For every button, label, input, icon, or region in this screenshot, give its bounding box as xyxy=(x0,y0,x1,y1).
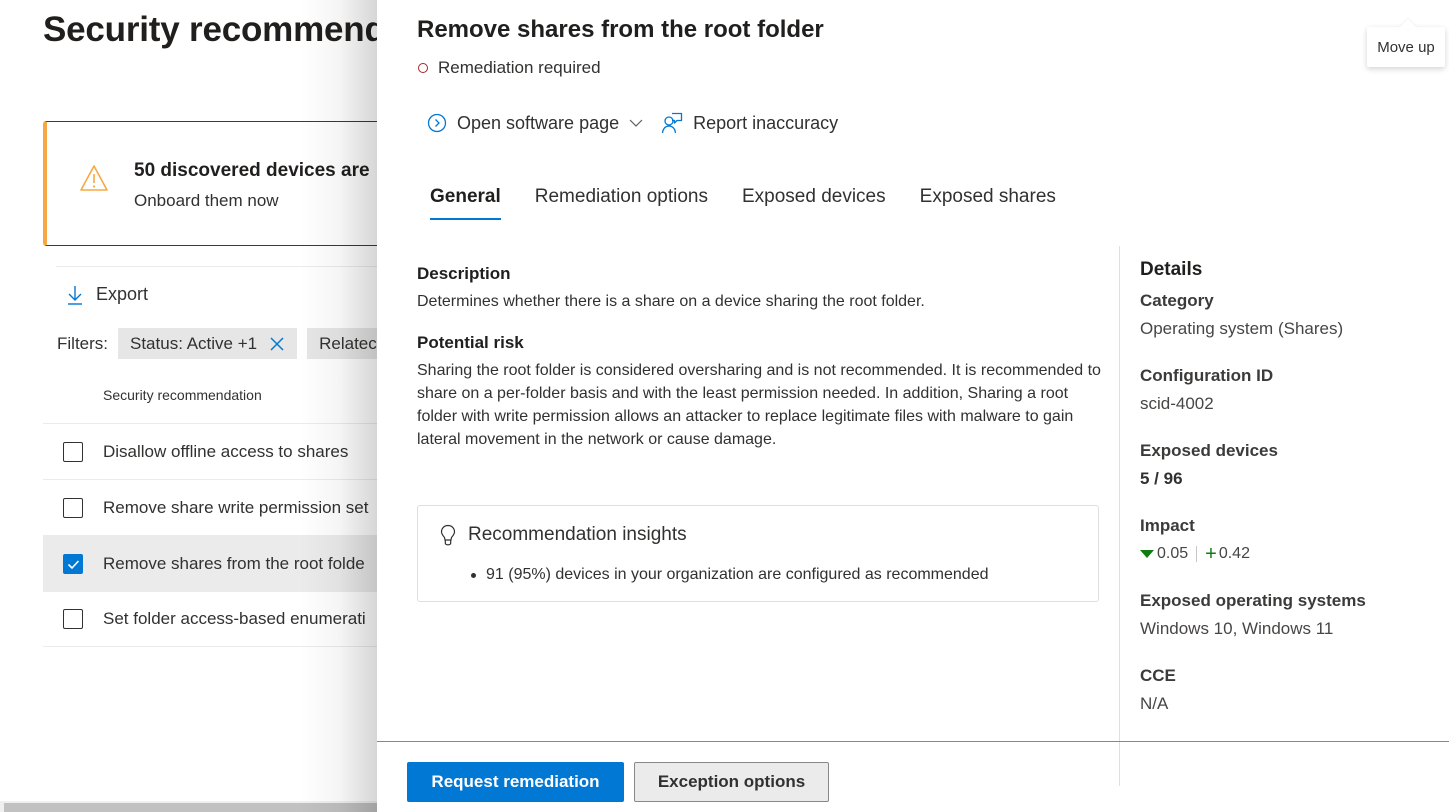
secure-score-impact: 0.42 xyxy=(1218,545,1250,562)
row-checkbox[interactable] xyxy=(63,609,83,629)
status-badge: Remediation required xyxy=(418,58,601,78)
banner-title: 50 discovered devices are xyxy=(134,160,370,181)
filters-bar: Filters: Status: Active +1 Relatec xyxy=(57,328,389,359)
open-software-page-button[interactable]: Open software page xyxy=(427,113,643,134)
warning-icon xyxy=(80,165,108,191)
horizontal-scrollbar[interactable] xyxy=(0,801,380,812)
exposure-score-impact: 0.05 xyxy=(1157,545,1189,562)
insights-list: 91 (95%) devices in your organization ar… xyxy=(471,566,989,584)
chevron-down-icon[interactable] xyxy=(629,118,643,128)
detail-impact: Impact 0.05 + 0.42 xyxy=(1140,516,1250,565)
row-label: Disallow offline access to shares xyxy=(103,441,349,461)
row-label: Remove share write permission set xyxy=(103,497,369,517)
general-content: Description Determines whether there is … xyxy=(417,264,1101,451)
description-heading: Description xyxy=(417,264,511,283)
export-label: Export xyxy=(96,284,149,304)
page-title: Security recommend xyxy=(43,10,386,49)
status-ring-icon xyxy=(418,63,428,73)
status-label: Remediation required xyxy=(438,58,601,77)
close-icon[interactable] xyxy=(269,336,285,352)
description-text: Determines whether there is a share on a… xyxy=(417,293,925,310)
report-person-icon xyxy=(661,112,683,134)
panel-title: Remove shares from the root folder xyxy=(417,16,824,43)
detail-exposed-os: Exposed operating systems Windows 10, Wi… xyxy=(1140,591,1366,638)
download-icon xyxy=(68,285,82,305)
lightbulb-icon xyxy=(440,524,456,546)
detail-configuration-id: Configuration ID scid-4002 xyxy=(1140,366,1274,413)
column-header-security-recommendation[interactable]: Security recommendation xyxy=(103,387,262,403)
secure-score-plus-icon: + xyxy=(1205,543,1217,565)
insights-heading: Recommendation insights xyxy=(468,524,687,545)
chevron-right-circle-icon xyxy=(427,113,447,133)
detail-cce: CCE N/A xyxy=(1140,666,1176,713)
potential-risk-heading: Potential risk xyxy=(417,333,524,352)
filters-label: Filters: xyxy=(57,333,108,353)
move-up-tooltip: Move up xyxy=(1367,27,1445,67)
detail-exposed-devices: Exposed devices 5 / 96 xyxy=(1140,441,1278,488)
panel-tabs: General Remediation options Exposed devi… xyxy=(430,186,1056,220)
onboard-link[interactable]: Onboard them now xyxy=(134,191,279,211)
recommendation-insights-card: Recommendation insights 91 (95%) devices… xyxy=(417,505,1099,602)
row-checkbox[interactable] xyxy=(63,441,83,462)
tab-general[interactable]: General xyxy=(430,186,501,220)
export-button[interactable]: Export xyxy=(66,284,148,305)
filter-chip-status[interactable]: Status: Active +1 xyxy=(118,328,298,359)
potential-risk-text: Sharing the root folder is considered ov… xyxy=(417,362,1101,448)
row-label: Remove shares from the root folde xyxy=(103,553,365,573)
details-heading: Details xyxy=(1140,259,1203,280)
panel-actions: Open software page Report inaccuracy xyxy=(427,112,838,134)
row-checkbox-checked[interactable] xyxy=(63,553,83,574)
tab-exposed-shares[interactable]: Exposed shares xyxy=(920,186,1056,220)
scrollbar-thumb[interactable] xyxy=(4,803,380,812)
row-checkbox[interactable] xyxy=(63,497,83,518)
row-label: Set folder access-based enumerati xyxy=(103,609,366,628)
checkmark-icon xyxy=(67,559,80,569)
recommendation-flyout-panel: Remove shares from the root folder Remed… xyxy=(377,0,1449,812)
detail-category: Category Operating system (Shares) xyxy=(1140,291,1344,338)
footer-divider xyxy=(377,741,1449,742)
request-remediation-button[interactable]: Request remediation xyxy=(407,762,624,802)
details-pane: Details Category Operating system (Share… xyxy=(1140,259,1440,741)
insight-item: 91 (95%) devices in your organization ar… xyxy=(471,566,989,584)
exposure-decrease-icon xyxy=(1140,550,1154,558)
vertical-divider xyxy=(1119,246,1120,786)
report-inaccuracy-button[interactable]: Report inaccuracy xyxy=(661,112,838,134)
exception-options-button[interactable]: Exception options xyxy=(634,762,829,802)
tab-remediation-options[interactable]: Remediation options xyxy=(535,186,708,220)
impact-separator xyxy=(1196,546,1198,562)
tab-exposed-devices[interactable]: Exposed devices xyxy=(742,186,886,220)
